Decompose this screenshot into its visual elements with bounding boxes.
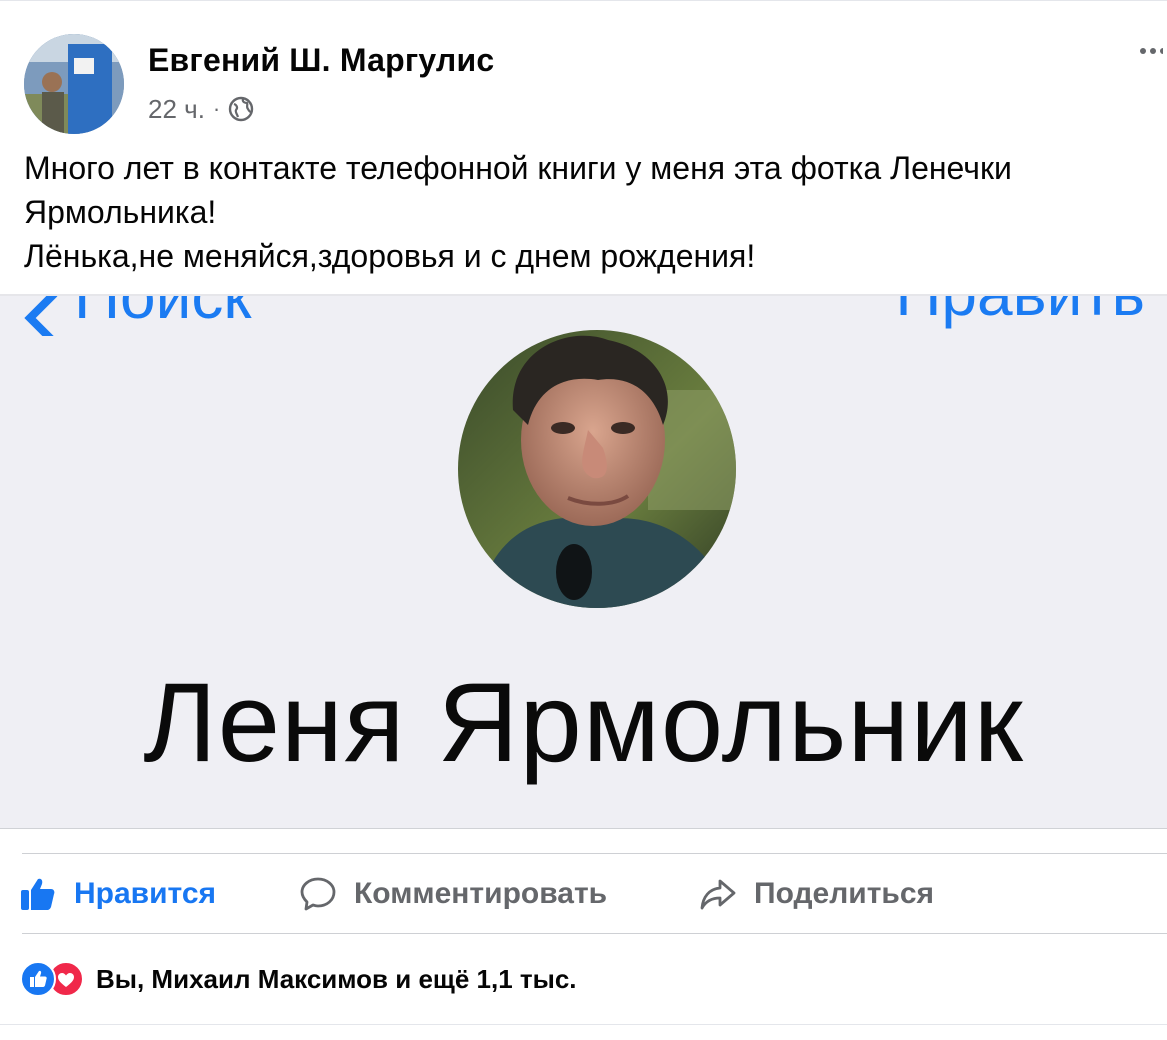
reactions-text: Вы, Михаил Максимов и ещё 1,1 тыс. [96, 963, 577, 994]
photo-divider [0, 828, 1167, 829]
post-text-line: Ярмольника! [24, 194, 217, 230]
thumbs-up-icon [20, 876, 56, 912]
contact-name: Леня Ярмольник [143, 660, 1024, 785]
like-button[interactable]: Нравится [20, 854, 216, 934]
author-name[interactable]: Евгений Ш. Маргулис [148, 42, 494, 79]
reaction-icons [20, 961, 86, 997]
reactions-summary[interactable]: Вы, Михаил Максимов и ещё 1,1 тыс. [20, 956, 577, 1002]
post-time[interactable]: 22 ч. [148, 94, 205, 125]
bottom-divider [0, 1024, 1167, 1025]
share-icon [700, 876, 736, 912]
photo-nav-back-label: Поиск [74, 296, 252, 332]
post-photo[interactable]: Поиск Править [0, 296, 1167, 828]
share-button[interactable]: Поделиться [700, 854, 934, 934]
meta-separator: · [212, 96, 221, 121]
share-label: Поделиться [754, 877, 935, 910]
photo-nav-back: Поиск [20, 296, 251, 336]
author-avatar[interactable] [24, 34, 124, 134]
action-bar: Нравится Комментировать Поделиться [0, 854, 1167, 934]
like-icon [20, 961, 56, 997]
globe-icon [228, 96, 254, 122]
comment-button[interactable]: Комментировать [300, 854, 607, 934]
post-text-line: Лёнька,не меняйся,здоровья и с днем рожд… [24, 238, 756, 274]
more-options-icon[interactable] [1139, 44, 1166, 58]
contact-photo [458, 330, 736, 608]
action-divider [22, 933, 1167, 934]
photo-nav-edit: Править [895, 296, 1145, 330]
comment-label: Комментировать [354, 877, 608, 910]
post-text: Много лет в контакте телефонной книги у … [24, 146, 1159, 278]
facebook-post: Евгений Ш. Маргулис 22 ч. · Много лет в … [0, 0, 1167, 1040]
top-divider [0, 0, 1167, 1]
like-label: Нравится [74, 877, 217, 910]
chevron-left-icon [24, 296, 58, 336]
post-meta: 22 ч. · [148, 92, 254, 126]
comment-icon [300, 876, 336, 912]
post-text-line: Много лет в контакте телефонной книги у … [24, 150, 1012, 186]
